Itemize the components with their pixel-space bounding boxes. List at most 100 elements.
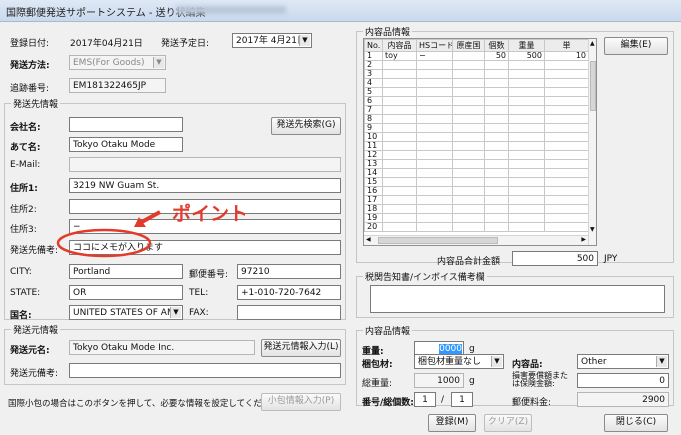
packing-select[interactable]: 梱包材重量なし ▼	[414, 354, 504, 369]
table-cell[interactable]	[484, 168, 509, 178]
postage-field[interactable]: 2900	[577, 392, 669, 407]
table-cell[interactable]: 500	[508, 51, 545, 61]
table-cell[interactable]	[508, 195, 545, 205]
chevron-left-icon[interactable]: ◀	[366, 236, 371, 243]
table-cell[interactable]	[382, 87, 417, 97]
table-cell[interactable]	[484, 186, 509, 196]
table-cell[interactable]: 12	[364, 150, 383, 160]
total-weight-field[interactable]: 1000	[414, 373, 464, 388]
table-row[interactable]: 3	[364, 69, 589, 79]
table-cell[interactable]	[484, 150, 509, 160]
table-cell[interactable]	[508, 204, 545, 214]
table-cell[interactable]	[382, 105, 417, 115]
table-cell[interactable]	[544, 69, 589, 79]
table-cell[interactable]	[544, 150, 589, 160]
table-cell[interactable]: 14	[364, 168, 383, 178]
table-cell[interactable]	[452, 87, 485, 97]
table-cell[interactable]	[544, 114, 589, 124]
table-cell[interactable]	[544, 105, 589, 115]
email-field[interactable]	[69, 157, 341, 172]
table-row[interactable]: 8	[364, 114, 589, 124]
table-cell[interactable]	[416, 222, 453, 232]
vertical-scrollbar[interactable]: ▲ ▼	[588, 39, 596, 245]
insurance-field[interactable]: 0	[577, 373, 669, 388]
table-cell[interactable]: 20	[364, 222, 383, 232]
table-cell[interactable]	[508, 132, 545, 142]
table-cell[interactable]	[452, 105, 485, 115]
table-cell[interactable]: 15	[364, 177, 383, 187]
table-cell[interactable]	[452, 177, 485, 187]
table-cell[interactable]	[544, 141, 589, 151]
scrollbar-thumb[interactable]	[590, 61, 596, 111]
table-cell[interactable]	[508, 177, 545, 187]
close-button[interactable]: 閉じる(C)	[604, 414, 668, 432]
table-cell[interactable]	[382, 159, 417, 169]
table-cell[interactable]	[452, 132, 485, 142]
table-cell[interactable]	[508, 186, 545, 196]
table-cell[interactable]	[382, 114, 417, 124]
col-header[interactable]: 原産国	[452, 39, 485, 52]
table-cell[interactable]	[452, 150, 485, 160]
table-cell[interactable]	[416, 78, 453, 88]
table-cell[interactable]	[544, 123, 589, 133]
chevron-right-icon[interactable]: ▶	[581, 236, 586, 243]
table-row[interactable]: 10	[364, 132, 589, 142]
table-cell[interactable]	[382, 78, 417, 88]
table-cell[interactable]	[416, 159, 453, 169]
table-cell[interactable]	[544, 78, 589, 88]
table-cell[interactable]	[382, 96, 417, 106]
chevron-up-icon[interactable]: ▲	[590, 40, 595, 47]
fax-field[interactable]	[237, 305, 341, 320]
chevron-down-icon[interactable]: ▼	[153, 57, 164, 68]
table-cell[interactable]	[416, 114, 453, 124]
table-cell[interactable]	[382, 195, 417, 205]
sender-name-field[interactable]: Tokyo Otaku Mode Inc.	[69, 340, 255, 355]
table-cell[interactable]: 1	[364, 51, 383, 61]
table-cell[interactable]	[508, 96, 545, 106]
table-cell[interactable]: 17	[364, 195, 383, 205]
sender-input-button[interactable]: 発送元情報入力(L)	[261, 339, 341, 357]
table-cell[interactable]: 13	[364, 159, 383, 169]
table-cell[interactable]	[508, 105, 545, 115]
table-cell[interactable]	[484, 204, 509, 214]
table-cell[interactable]	[508, 69, 545, 79]
table-cell[interactable]	[452, 69, 485, 79]
table-cell[interactable]	[544, 159, 589, 169]
company-field[interactable]	[69, 117, 183, 132]
table-row[interactable]: 9	[364, 123, 589, 133]
table-cell[interactable]	[382, 132, 417, 142]
table-row[interactable]: 12	[364, 150, 589, 160]
table-row[interactable]: 1 toy − 50 500 10	[364, 51, 589, 61]
h-scrollbar-thumb[interactable]	[378, 237, 498, 244]
chevron-down-icon[interactable]: ▼	[170, 307, 181, 318]
count-current-field[interactable]: 1	[414, 392, 436, 407]
chevron-down-icon[interactable]: ▼	[656, 356, 667, 367]
zip-field[interactable]: 97210	[237, 264, 341, 279]
table-cell[interactable]	[544, 168, 589, 178]
method-select[interactable]: EMS(For Goods) ▼	[69, 55, 166, 70]
table-row[interactable]: 15	[364, 177, 589, 187]
table-cell[interactable]	[508, 60, 545, 70]
table-cell[interactable]	[416, 204, 453, 214]
count-total-field[interactable]: 1	[451, 392, 473, 407]
table-cell[interactable]	[544, 222, 589, 232]
horizontal-scrollbar[interactable]: ◀ ▶	[364, 235, 588, 245]
table-cell[interactable]	[416, 60, 453, 70]
table-cell[interactable]	[544, 177, 589, 187]
table-cell[interactable]: 2	[364, 60, 383, 70]
table-cell[interactable]	[382, 213, 417, 223]
table-cell[interactable]	[382, 222, 417, 232]
state-field[interactable]: OR	[69, 285, 183, 300]
table-cell[interactable]	[382, 186, 417, 196]
table-cell[interactable]: 6	[364, 96, 383, 106]
table-cell[interactable]	[484, 123, 509, 133]
table-cell[interactable]	[484, 222, 509, 232]
table-cell[interactable]	[382, 141, 417, 151]
col-header[interactable]: 重量	[508, 39, 545, 52]
table-row[interactable]: 19	[364, 213, 589, 223]
table-cell[interactable]: toy	[382, 51, 417, 61]
tel-field[interactable]: +1-010-720-7642	[237, 285, 341, 300]
chevron-down-icon[interactable]: ▼	[491, 356, 502, 367]
table-cell[interactable]	[416, 168, 453, 178]
col-header[interactable]: No.	[364, 39, 383, 52]
